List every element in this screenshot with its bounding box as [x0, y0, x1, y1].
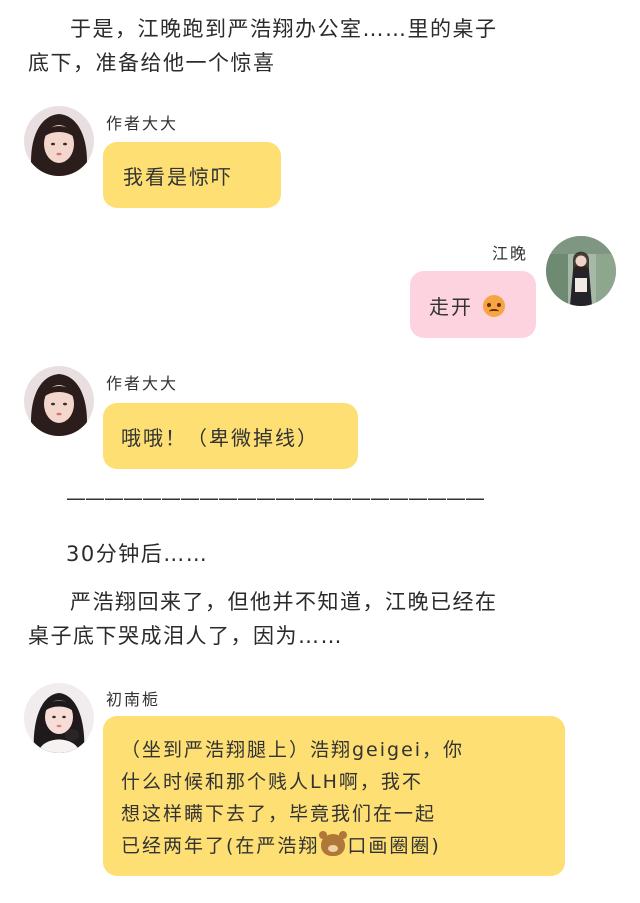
bear-face-emoji-icon: [319, 831, 346, 856]
chat-bubble-chunanzhi[interactable]: （坐到严浩翔腿上）浩翔geigei，你 什么时候和那个贱人LH啊，我不 想这样瞒…: [103, 716, 565, 876]
chat-bubble-text: 我看是惊吓: [123, 165, 233, 189]
sender-name-author: 作者大大: [106, 114, 179, 133]
chat-bubble-author-1[interactable]: 我看是惊吓: [103, 142, 281, 208]
avatar-chunanzhi[interactable]: [24, 683, 94, 753]
narration-3-line-1: 严浩翔回来了，但他并不知道，江晚已经在: [70, 590, 498, 614]
sender-name-author-2: 作者大大: [106, 374, 179, 393]
angry-face-emoji-icon: [483, 295, 506, 317]
avatar-jiangwan[interactable]: [546, 236, 616, 306]
narration-1-line-2: 底下，准备给他一个惊喜: [28, 51, 276, 75]
avatar-author[interactable]: [24, 106, 94, 176]
avatar-chunanzhi-image: [24, 683, 94, 753]
sender-name-jiangwan: 江晚: [492, 244, 529, 263]
narration-3-line-2: 桌子底下哭成泪人了，因为……: [28, 624, 343, 648]
avatar-author-2[interactable]: [24, 366, 94, 436]
avatar-author-image: [24, 106, 94, 176]
chat-bubble-text: 哦哦！（卑微掉线）: [121, 426, 319, 450]
narration-paragraph-3: 严浩翔回来了，但他并不知道，江晚已经在 桌子底下哭成泪人了，因为……: [28, 585, 628, 653]
narration-1-line-1: 于是，江晚跑到严浩翔办公室……里的桌子: [70, 17, 498, 41]
narration-time-skip: 30分钟后……: [66, 542, 209, 566]
chat-bubble-jiangwan[interactable]: 走开: [410, 271, 536, 338]
avatar-author-2-image: [24, 366, 94, 436]
narration-paragraph-1: 于是，江晚跑到严浩翔办公室……里的桌子 底下，准备给他一个惊喜: [28, 12, 628, 80]
chunanzhi-text-line-4a: 已经两年了(在严浩翔: [121, 835, 320, 857]
avatar-jiangwan-image: [546, 236, 616, 306]
chat-bubble-text: 走开: [429, 295, 473, 319]
divider-line: ——————————————————————: [66, 486, 485, 510]
chunanzhi-text-line-4b: 口画圈圈): [347, 835, 441, 857]
chunanzhi-text-line-3: 想这样瞒下去了，毕竟我们在一起: [121, 803, 437, 825]
chat-bubble-author-2[interactable]: 哦哦！（卑微掉线）: [103, 403, 358, 469]
chunanzhi-text-line-1: （坐到严浩翔腿上）浩翔geigei，你: [121, 739, 465, 761]
sender-name-chunanzhi: 初南栀: [106, 690, 161, 709]
chunanzhi-text-line-2: 什么时候和那个贱人LH啊，我不: [121, 771, 423, 793]
